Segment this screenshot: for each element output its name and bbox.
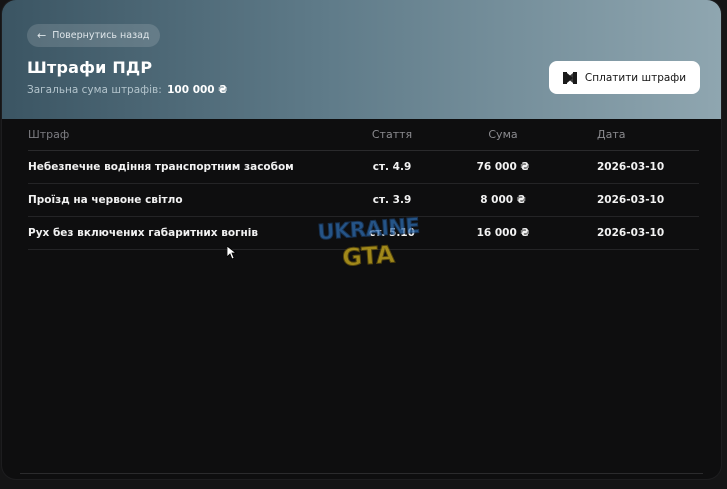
- server-logo-watermark: UKRAINE GTA: [316, 213, 420, 272]
- page-title: Штрафи ПДР: [27, 58, 153, 77]
- fine-name: Рух без включених габаритних вогнів: [28, 226, 259, 239]
- mouse-cursor-icon: [227, 246, 237, 260]
- fines-header: ← Повернутись назад Штрафи ПДР Загальна …: [2, 0, 721, 119]
- table-row[interactable]: Небезпечне водіння транспортним засобом …: [2, 150, 721, 184]
- fine-name: Небезпечне водіння транспортним засобом: [28, 160, 294, 173]
- svg-text:UKRAINE: UKRAINE: [317, 213, 420, 244]
- payment-icon: [562, 71, 577, 84]
- fines-panel: ← Повернутись назад Штрафи ПДР Загальна …: [2, 0, 721, 479]
- fine-sum: 8 000 ₴: [480, 193, 526, 206]
- pay-fines-button[interactable]: Сплатити штрафи: [549, 61, 700, 94]
- fine-date: 2026-03-10: [597, 160, 665, 173]
- fine-date: 2026-03-10: [597, 193, 665, 206]
- fine-name: Проїзд на червоне світло: [28, 193, 183, 206]
- total-fines-label: Загальна сума штрафів:: [27, 84, 162, 96]
- pay-fines-button-label: Сплатити штрафи: [584, 71, 687, 84]
- fine-sum: 76 000 ₴: [476, 160, 530, 173]
- total-fines: Загальна сума штрафів: 100 000 ₴: [27, 84, 227, 96]
- fine-article: ст. 4.9: [372, 160, 412, 173]
- column-header-article: Стаття: [371, 128, 413, 141]
- column-header-date: Дата: [597, 128, 626, 141]
- back-button[interactable]: ← Повернутись назад: [27, 24, 160, 47]
- divider: [20, 473, 703, 474]
- svg-text:GTA: GTA: [341, 240, 396, 272]
- game-screen: ← Повернутись назад Штрафи ПДР Загальна …: [0, 0, 727, 489]
- column-header-sum: Сума: [488, 128, 518, 141]
- back-button-label: Повернутись назад: [52, 30, 150, 41]
- fine-date: 2026-03-10: [597, 226, 665, 239]
- arrow-left-icon: ←: [37, 29, 47, 42]
- fine-sum: 16 000 ₴: [476, 226, 530, 239]
- table-header-row: Штраф Стаття Сума Дата: [2, 119, 721, 151]
- total-fines-amount: 100 000 ₴: [167, 84, 228, 96]
- column-header-fine: Штраф: [28, 128, 70, 141]
